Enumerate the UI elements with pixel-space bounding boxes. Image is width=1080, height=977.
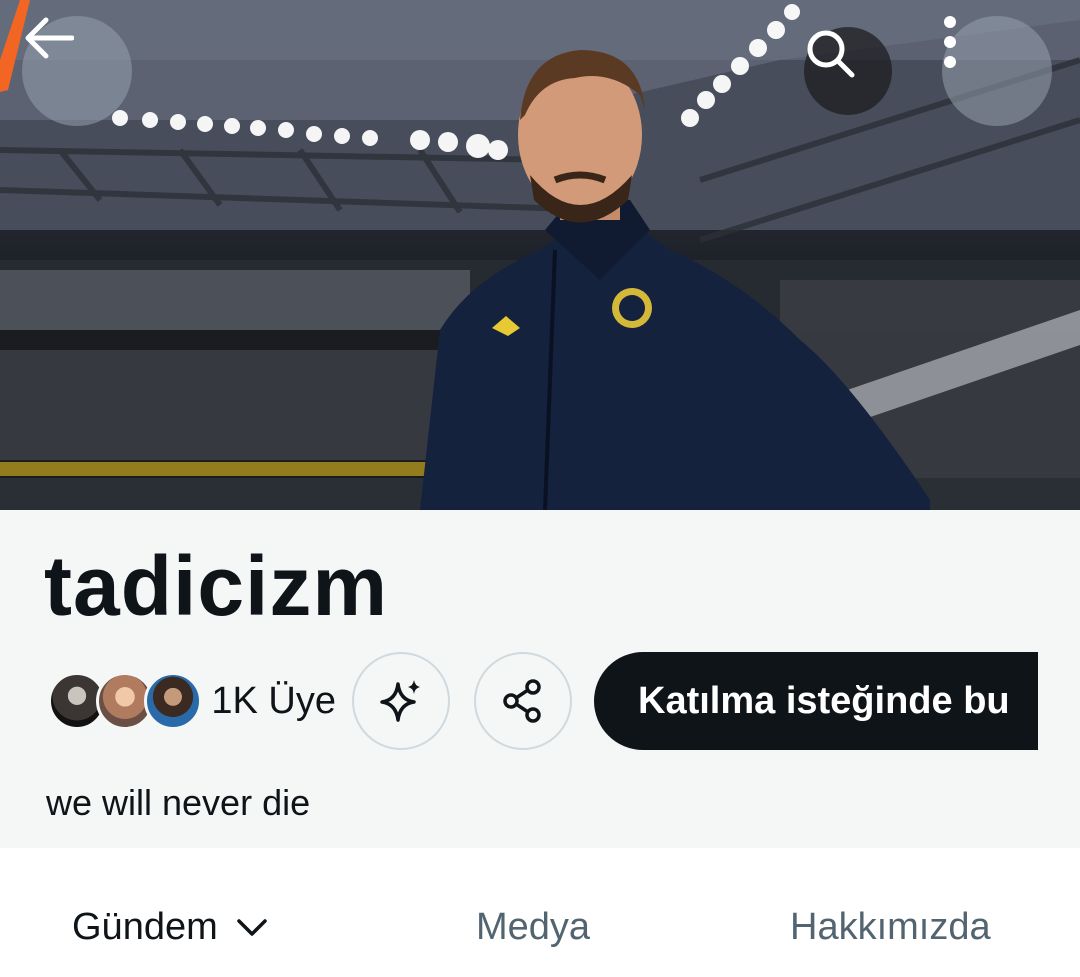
chevron-down-icon <box>236 918 268 938</box>
tab-label: Medya <box>476 906 591 948</box>
tab-medya[interactable]: Medya <box>476 906 590 949</box>
share-icon <box>503 679 541 723</box>
community-tabs: Gündem Medya Hakkımızda <box>0 848 1080 977</box>
tab-label: Gündem <box>72 906 218 948</box>
member-count[interactable]: 1K Üye <box>211 680 336 723</box>
back-button[interactable] <box>22 16 132 126</box>
community-info: tadicizm 1K Üye Katılma isteğinde bu we <box>0 510 1080 848</box>
more-vertical-icon <box>944 16 956 68</box>
community-banner <box>0 0 1080 510</box>
search-button[interactable] <box>804 27 892 115</box>
banner-image <box>0 0 1080 510</box>
search-icon <box>807 30 855 78</box>
tab-gundem[interactable]: Gündem <box>72 906 268 949</box>
more-options-button[interactable] <box>942 16 1052 126</box>
avatar <box>144 672 202 730</box>
arrow-left-icon <box>25 17 74 59</box>
share-button[interactable] <box>474 652 572 750</box>
members-row: 1K Üye Katılma isteğinde bu <box>48 652 1038 750</box>
member-avatars[interactable] <box>48 672 202 730</box>
tab-label: Hakkımızda <box>790 906 991 948</box>
community-name: tadicizm <box>44 539 389 633</box>
community-description: we will never die <box>46 782 311 823</box>
sparkle-icon <box>380 680 420 722</box>
grok-sparkle-button[interactable] <box>352 652 450 750</box>
join-request-button[interactable]: Katılma isteğinde bu <box>594 652 1038 750</box>
tab-hakkimizda[interactable]: Hakkımızda <box>790 906 991 949</box>
